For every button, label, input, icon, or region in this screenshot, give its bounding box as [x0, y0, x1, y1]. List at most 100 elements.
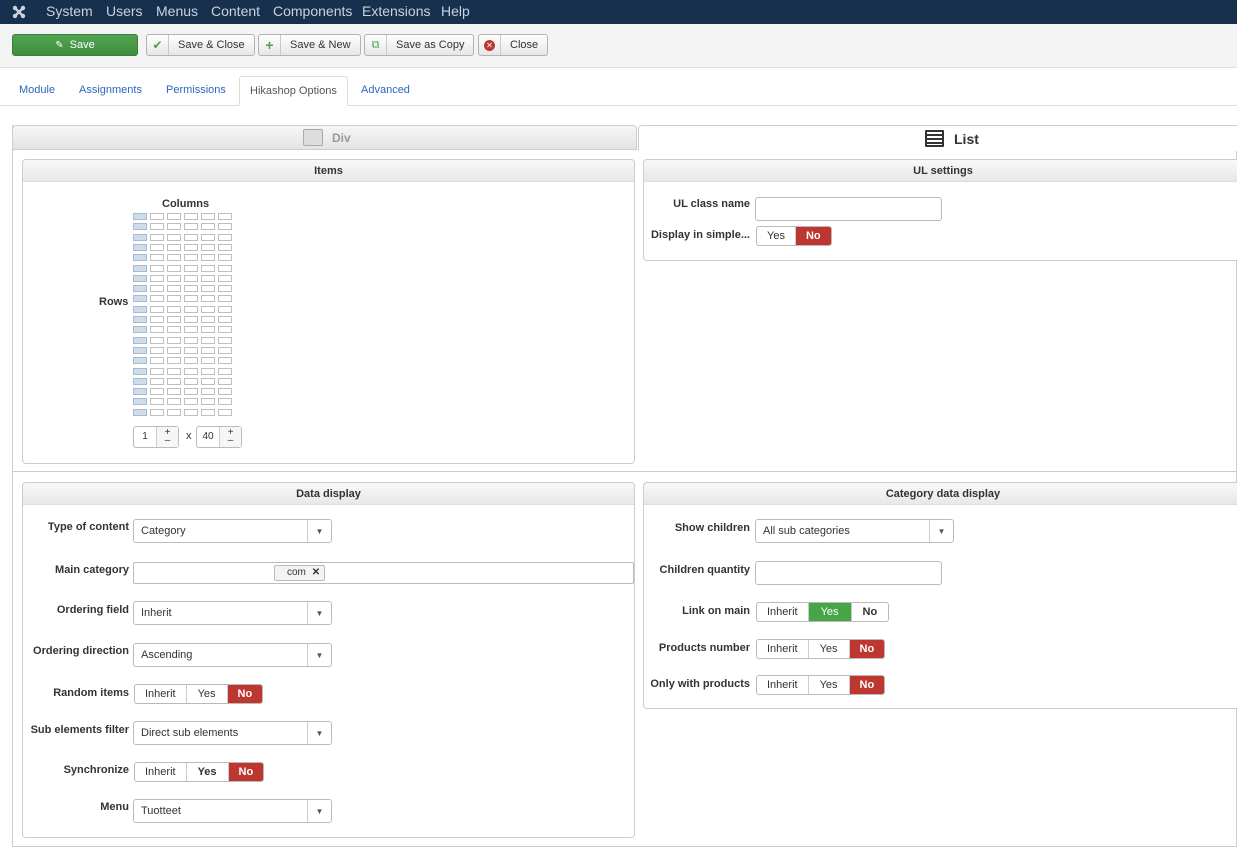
- save-copy-button[interactable]: ⧉ Save as Copy: [364, 34, 475, 56]
- grid-cell[interactable]: [150, 388, 164, 396]
- only-products-yes[interactable]: Yes: [809, 676, 850, 694]
- grid-cell[interactable]: [218, 233, 232, 241]
- tab-permissions[interactable]: Permissions: [156, 76, 236, 106]
- grid-cell[interactable]: [218, 367, 232, 375]
- ordering-field-select[interactable]: Inherit ▼: [133, 601, 332, 625]
- menu-help[interactable]: Help: [441, 3, 470, 19]
- grid-cell[interactable]: [201, 274, 215, 282]
- close-button[interactable]: ✕ Close: [478, 34, 549, 56]
- grid-cell[interactable]: [167, 316, 181, 323]
- grid-cell[interactable]: [167, 274, 181, 282]
- grid-cell[interactable]: [201, 377, 215, 385]
- grid-cell[interactable]: [184, 233, 198, 241]
- sync-inherit[interactable]: Inherit: [135, 763, 187, 781]
- menu-content[interactable]: Content: [211, 3, 260, 19]
- grid-cell[interactable]: [218, 295, 232, 303]
- grid-cell[interactable]: [201, 388, 215, 396]
- grid-cell[interactable]: [167, 357, 181, 365]
- grid-cell[interactable]: [150, 264, 164, 272]
- only-products-no[interactable]: No: [849, 676, 885, 694]
- grid-cell[interactable]: [133, 336, 147, 344]
- link-main-no[interactable]: No: [852, 603, 889, 621]
- grid-cell[interactable]: [167, 213, 181, 220]
- menu-select[interactable]: Tuotteet ▼: [133, 799, 332, 823]
- link-main-yes[interactable]: Yes: [808, 603, 852, 621]
- tab-module[interactable]: Module: [9, 76, 65, 106]
- grid-cell[interactable]: [150, 398, 164, 406]
- grid-cell[interactable]: [218, 274, 232, 282]
- grid-cell[interactable]: [150, 274, 164, 282]
- grid-cell[interactable]: [167, 388, 181, 396]
- menu-system[interactable]: System: [46, 3, 93, 19]
- grid-cell[interactable]: [133, 398, 147, 406]
- grid-cell[interactable]: [150, 316, 164, 323]
- grid-cell[interactable]: [150, 295, 164, 303]
- grid-cell[interactable]: [201, 233, 215, 241]
- save-new-button[interactable]: + Save & New: [258, 34, 361, 56]
- grid-cell[interactable]: [184, 295, 198, 303]
- grid-cell[interactable]: [201, 408, 215, 416]
- grid-cell[interactable]: [184, 408, 198, 416]
- grid-cell[interactable]: [150, 367, 164, 375]
- grid-cell[interactable]: [133, 357, 147, 365]
- grid-cell[interactable]: [167, 254, 181, 262]
- grid-cell[interactable]: [218, 243, 232, 251]
- grid-cell[interactable]: [218, 408, 232, 416]
- grid-cell[interactable]: [201, 223, 215, 231]
- grid-cell[interactable]: [184, 243, 198, 251]
- ul-class-name-input[interactable]: [755, 197, 942, 221]
- sub-elements-filter-select[interactable]: Direct sub elements ▼: [133, 721, 332, 745]
- type-of-content-select[interactable]: Category ▼: [133, 519, 332, 543]
- grid-cell[interactable]: [201, 264, 215, 272]
- only-products-inherit[interactable]: Inherit: [757, 676, 809, 694]
- grid-cell[interactable]: [218, 388, 232, 396]
- grid-cell[interactable]: [218, 336, 232, 344]
- grid-cell[interactable]: [184, 388, 198, 396]
- grid-cell[interactable]: [184, 213, 198, 220]
- grid-cell[interactable]: [133, 254, 147, 262]
- children-quantity-input[interactable]: [755, 561, 942, 585]
- grid-cell[interactable]: [167, 233, 181, 241]
- grid-cell[interactable]: [167, 264, 181, 272]
- grid-cell[interactable]: [201, 398, 215, 406]
- synchronize-toggle[interactable]: Inherit Yes No: [134, 762, 265, 782]
- products-number-inherit[interactable]: Inherit: [757, 640, 809, 658]
- grid-cell[interactable]: [150, 357, 164, 365]
- grid-cell[interactable]: [167, 285, 181, 293]
- grid-cell[interactable]: [218, 285, 232, 293]
- columns-stepper[interactable]: 1 + –: [133, 426, 179, 448]
- grid-cell[interactable]: [150, 223, 164, 231]
- grid-cell[interactable]: [184, 357, 198, 365]
- products-number-no[interactable]: No: [849, 640, 885, 658]
- grid-cell[interactable]: [150, 213, 164, 220]
- grid-cell[interactable]: [133, 295, 147, 303]
- show-children-select[interactable]: All sub categories ▼: [755, 519, 954, 543]
- random-no[interactable]: No: [227, 685, 263, 703]
- minus-icon[interactable]: –: [228, 436, 234, 446]
- grid-cell[interactable]: [201, 357, 215, 365]
- grid-cell[interactable]: [133, 274, 147, 282]
- grid-cell[interactable]: [167, 243, 181, 251]
- grid-cell[interactable]: [184, 285, 198, 293]
- rows-stepper[interactable]: 40 + –: [196, 426, 242, 448]
- display-simple-no[interactable]: No: [795, 227, 831, 245]
- grid-cell[interactable]: [184, 398, 198, 406]
- display-simple-yes[interactable]: Yes: [757, 227, 796, 245]
- grid-cell[interactable]: [133, 408, 147, 416]
- grid-cell[interactable]: [133, 346, 147, 354]
- grid-cell[interactable]: [218, 398, 232, 406]
- menu-components[interactable]: Components: [273, 3, 352, 19]
- grid-cell[interactable]: [133, 377, 147, 385]
- grid-cell[interactable]: [133, 326, 147, 334]
- grid-cell[interactable]: [184, 264, 198, 272]
- grid-cell[interactable]: [184, 326, 198, 334]
- layout-list-tab[interactable]: List: [638, 125, 1237, 151]
- grid-cell[interactable]: [218, 326, 232, 334]
- grid-cell[interactable]: [150, 346, 164, 354]
- grid-cell[interactable]: [184, 223, 198, 231]
- grid-cell[interactable]: [201, 305, 215, 313]
- products-number-toggle[interactable]: Inherit Yes No: [756, 639, 886, 659]
- tag-remove-icon[interactable]: ✕: [312, 567, 320, 578]
- grid-cell[interactable]: [167, 223, 181, 231]
- only-with-products-toggle[interactable]: Inherit Yes No: [756, 675, 886, 695]
